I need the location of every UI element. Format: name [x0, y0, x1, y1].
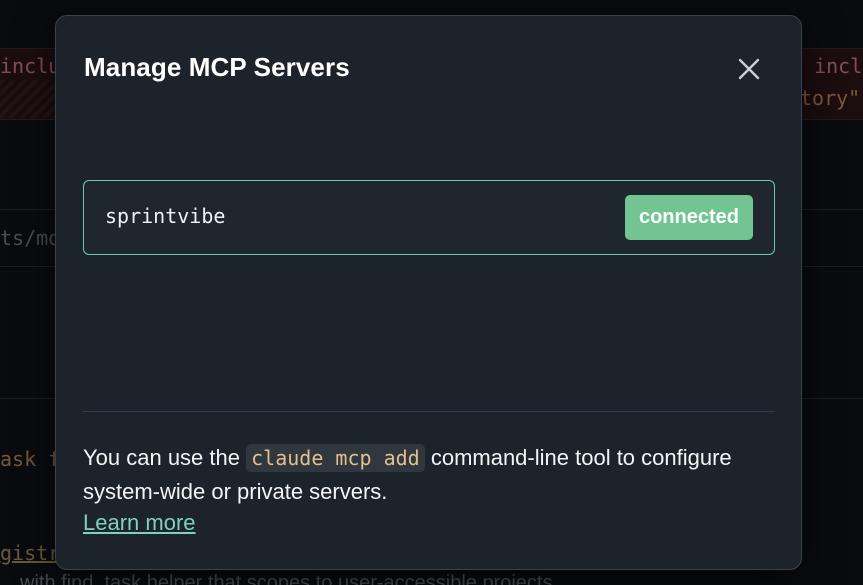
dialog-title: Manage MCP Servers: [84, 52, 350, 82]
command-code: claude mcp add: [246, 444, 425, 472]
close-icon: [738, 58, 760, 80]
server-item-sprintvibe[interactable]: sprintvibe connected: [83, 180, 775, 255]
help-text: You can use the claude mcp add command-l…: [83, 441, 783, 509]
close-button[interactable]: [734, 54, 764, 84]
manage-mcp-servers-dialog: Manage MCP Servers sprintvibe connected …: [55, 15, 802, 570]
learn-more-link[interactable]: Learn more: [83, 510, 196, 536]
help-text-prefix: You can use the: [83, 445, 240, 470]
server-name: sprintvibe: [105, 204, 226, 228]
divider: [83, 411, 775, 412]
status-badge: connected: [624, 195, 753, 240]
